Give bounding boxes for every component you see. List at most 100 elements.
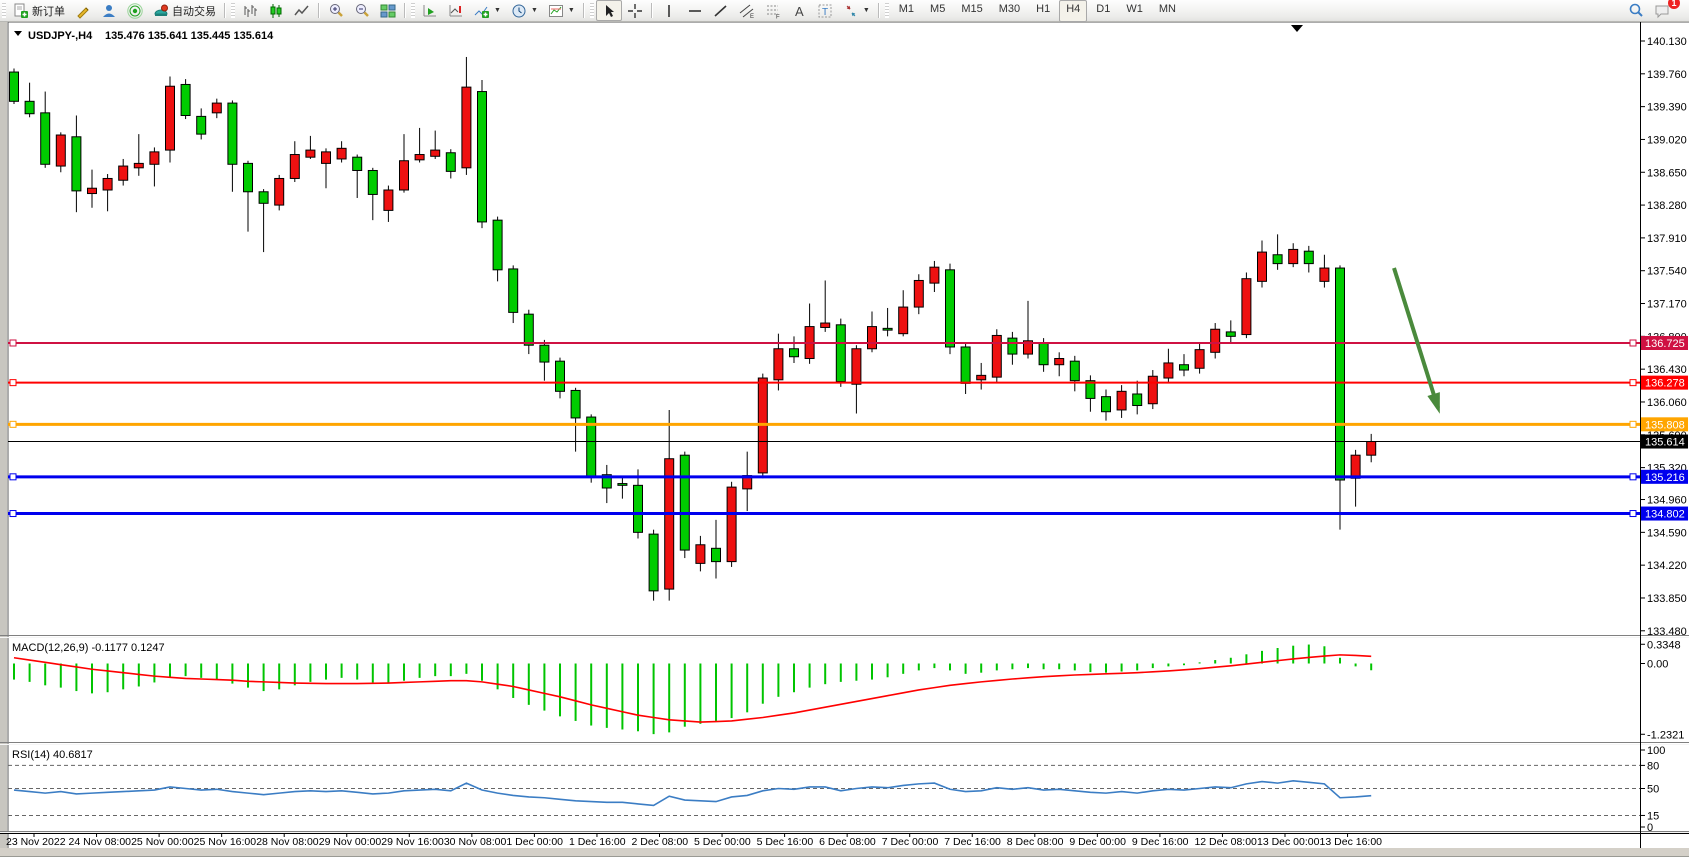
- metaeditor-button[interactable]: [70, 0, 96, 21]
- candle-body: [275, 178, 284, 205]
- candle: [1242, 272, 1251, 338]
- horizontal-line-tool-button[interactable]: [682, 0, 708, 21]
- line-handle[interactable]: [10, 474, 16, 480]
- zoom-in-button[interactable]: [323, 0, 349, 21]
- arrows-tool-button[interactable]: ▼: [838, 0, 875, 21]
- text-label-icon: T: [817, 3, 833, 19]
- autotrading-button[interactable]: 自动交易: [148, 0, 221, 21]
- time-tick-label: 13 Dec 00:00: [1257, 836, 1320, 848]
- text-tool-button[interactable]: A: [786, 0, 812, 21]
- timeframe-M15[interactable]: M15: [954, 0, 989, 22]
- timeframe-M1[interactable]: M1: [892, 0, 921, 22]
- price-tick-label: 139.760: [1647, 69, 1687, 81]
- tile-windows-icon: [380, 3, 396, 19]
- vertical-line-icon: [661, 3, 677, 19]
- ohlc-values: 135.476 135.641 135.445 135.614: [105, 30, 274, 42]
- profile-button[interactable]: [96, 0, 122, 21]
- candle-body: [914, 280, 923, 307]
- timeframe-H4[interactable]: H4: [1059, 0, 1087, 22]
- auto-scroll-button[interactable]: [417, 0, 443, 21]
- text-label-tool-button[interactable]: T: [812, 0, 838, 21]
- timeframe-D1[interactable]: D1: [1089, 0, 1117, 22]
- time-tick-label: 1 Dec 00:00: [506, 836, 563, 848]
- zoom-out-button[interactable]: [349, 0, 375, 21]
- candle-body: [228, 103, 237, 164]
- price-tick-label: 134.960: [1647, 495, 1687, 507]
- price-tick-label: 137.910: [1647, 233, 1687, 245]
- chevron-down-icon: ▼: [531, 7, 538, 14]
- price-tick-label: 137.170: [1647, 299, 1687, 311]
- timeframe-M5[interactable]: M5: [923, 0, 952, 22]
- candle-body: [150, 152, 159, 164]
- candle-body: [1070, 361, 1079, 381]
- rsi-tick-label: 100: [1647, 745, 1665, 757]
- time-axis[interactable]: 23 Nov 202224 Nov 08:0025 Nov 00:0025 No…: [6, 833, 1382, 848]
- channel-tool-button[interactable]: E: [734, 0, 760, 21]
- line-handle[interactable]: [10, 380, 16, 386]
- pencil-icon: [75, 3, 91, 19]
- candle-body: [977, 375, 986, 379]
- timeframe-M30[interactable]: M30: [992, 0, 1027, 22]
- candle-body: [774, 349, 783, 380]
- indicators-button[interactable]: ▼: [469, 0, 506, 21]
- candle-body: [1148, 376, 1157, 403]
- line-handle[interactable]: [10, 340, 16, 346]
- trendline-tool-button[interactable]: [708, 0, 734, 21]
- horizontal-line-icon: [687, 3, 703, 19]
- periods-button[interactable]: ▼: [506, 0, 543, 21]
- candle-body: [1242, 279, 1251, 335]
- rsi-tick-label: 0: [1647, 822, 1653, 834]
- timeframe-bar: M1M5M15M30H1H4D1W1MN: [891, 0, 1184, 22]
- price-tick-label: 138.280: [1647, 200, 1687, 212]
- candle: [275, 175, 284, 210]
- line-chart-button[interactable]: [289, 0, 315, 21]
- price-flag-136.278: 136.278: [1641, 376, 1688, 390]
- notifications-button[interactable]: 1: [1649, 0, 1675, 21]
- candle-body: [1351, 455, 1360, 478]
- timeframe-H1[interactable]: H1: [1029, 0, 1057, 22]
- vertical-line-tool-button[interactable]: [656, 0, 682, 21]
- toolbar-grip[interactable]: [2, 3, 6, 18]
- time-tick-label: 30 Nov 08:00: [444, 836, 507, 848]
- search-button[interactable]: [1623, 0, 1649, 21]
- new-order-button[interactable]: 新订单: [8, 0, 70, 21]
- candle-body: [1320, 268, 1329, 281]
- rsi-label: RSI(14) 40.6817: [12, 749, 93, 761]
- line-handle[interactable]: [1630, 340, 1636, 346]
- line-handle[interactable]: [1630, 380, 1636, 386]
- candle-body: [103, 178, 112, 190]
- templates-button[interactable]: ▼: [543, 0, 580, 21]
- price-flag-text: 135.216: [1645, 472, 1685, 484]
- strategy-tester-button[interactable]: [122, 0, 148, 21]
- candlestick-chart-button[interactable]: [263, 0, 289, 21]
- cursor-tool-button[interactable]: [596, 0, 622, 21]
- candle-body: [899, 307, 908, 334]
- current-price-flag: 135.614: [1641, 435, 1688, 449]
- line-handle[interactable]: [10, 511, 16, 517]
- candle-body: [1336, 268, 1345, 480]
- rsi-tick-label: 15: [1647, 810, 1659, 822]
- line-chart-icon: [294, 3, 310, 19]
- line-handle[interactable]: [1630, 511, 1636, 517]
- timeframe-MN[interactable]: MN: [1152, 0, 1183, 22]
- timeframe-W1[interactable]: W1: [1119, 0, 1150, 22]
- current-price-text: 135.614: [1645, 437, 1685, 449]
- chart-shift-button[interactable]: [443, 0, 469, 21]
- candle-body: [1289, 249, 1298, 263]
- svg-text:E: E: [750, 14, 754, 19]
- candle-body: [1258, 252, 1267, 281]
- line-handle[interactable]: [1630, 474, 1636, 480]
- price-flag-135.808: 135.808: [1641, 417, 1688, 431]
- tile-windows-button[interactable]: [375, 0, 401, 21]
- bar-chart-button[interactable]: [237, 0, 263, 21]
- candle: [478, 80, 487, 228]
- price-tick-label: 140.130: [1647, 36, 1687, 48]
- cursor-icon: [601, 3, 617, 19]
- line-handle[interactable]: [10, 421, 16, 427]
- time-tick-label: 6 Dec 08:00: [819, 836, 876, 848]
- crosshair-tool-button[interactable]: [622, 0, 648, 21]
- line-handle[interactable]: [1630, 421, 1636, 427]
- fibonacci-tool-button[interactable]: F: [760, 0, 786, 21]
- chart-canvas[interactable]: 140.130139.760139.390139.020138.650138.2…: [0, 0, 1689, 857]
- notification-badge: 1: [1668, 0, 1680, 9]
